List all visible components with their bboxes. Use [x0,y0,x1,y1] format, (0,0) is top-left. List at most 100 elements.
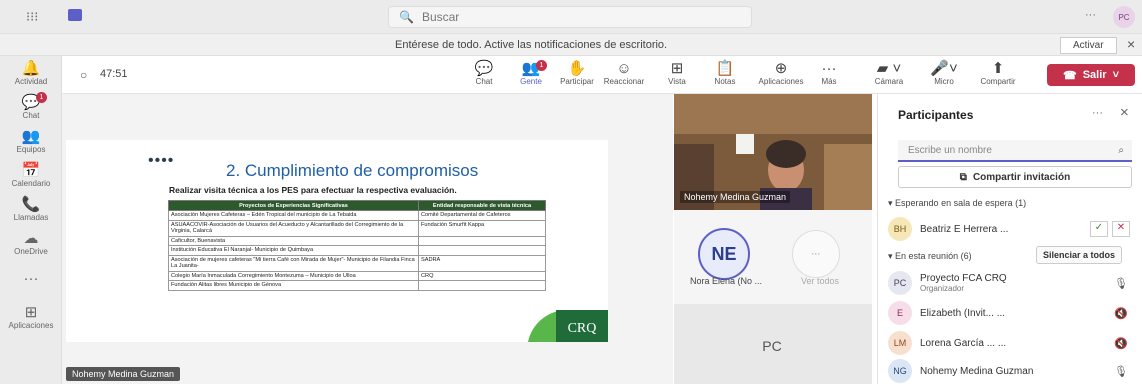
mic-muted-icon: 🔇 [1114,307,1128,320]
leave-button[interactable]: ☎ Salir ˅ [1047,64,1135,86]
tool-react[interactable]: ☺ Reaccionar [599,60,649,86]
in-meeting-header-label: En esta reunión (6) [895,251,972,261]
presenter-label: Nohemy Medina Guzman [66,367,181,381]
participant-initials: LM [888,331,912,355]
tool-raise-hand[interactable]: ✋ Participar [552,60,602,86]
see-all-button[interactable]: ··· [792,230,840,278]
table-cell: Asociación Mujeres Cafeteras – Edén Trop… [168,210,419,221]
tool-people[interactable]: 👥 Gente 1 [506,60,556,96]
admit-button[interactable]: ✓ [1090,221,1108,237]
chat-icon: 💬 [474,60,494,77]
waiting-header[interactable]: ▾ Esperando en sala de espera (1) [888,198,1026,209]
rail-item-activity[interactable]: 🔔 Actividad [0,60,62,86]
rail-item-chat[interactable]: 💬 Chat 1 [0,92,62,120]
tool-label: Reaccionar [603,77,645,86]
add-icon: ⊕ [774,60,788,77]
more-options-icon[interactable]: ··· [1092,107,1103,119]
people-icon: 👥 [521,60,541,77]
teams-logo-icon [68,9,82,21]
search-input[interactable]: 🔍 Buscar [388,6,752,28]
participant-row[interactable]: E Elizabeth (Invit... ... 🔇 [888,300,1138,326]
table-cell: Comité Departamental de Cafeteros [418,210,546,221]
participant-search-input[interactable]: Escribe un nombre ⌕ [898,140,1132,162]
apps-icon: ⊞ [24,304,38,321]
tool-notes[interactable]: 📋 Notas [700,60,750,86]
table-header: Entidad responsable de vista técnica [418,200,546,211]
table-cell: CRQ [418,270,546,281]
projects-table: Proyectos de Experiencias Significativas… [168,200,546,291]
more-apps-icon: ··· [23,270,39,287]
title-bar: ⁝⁝⁝ 🔍 Buscar ··· PC [0,0,1142,34]
share-invite-button[interactable]: ⧉ Compartir invitación [898,166,1132,188]
self-avatar: PC [752,326,792,366]
tool-label: Compartir [980,77,1016,86]
tool-view[interactable]: ⊞ Vista [652,60,702,86]
table-header: Proyectos de Experiencias Significativas [168,200,419,211]
participant-name: Lorena García ... ... [920,337,1007,349]
tool-more[interactable]: ··· Más [804,60,854,86]
rail-label: Equipos [16,145,46,154]
bell-icon: 🔔 [21,60,41,77]
rail-label: Chat [22,111,40,120]
share-button[interactable]: ⬆ Compartir [972,60,1024,86]
leave-label: Salir [1082,69,1107,81]
participant-row[interactable]: PC Proyecto FCA CRQ Organizador 🎙 [888,270,1138,296]
camera-off-icon: ▰ ˅ [876,60,902,77]
tool-label: Participar [560,77,594,86]
calendar-icon: 📅 [21,162,41,179]
unread-badge: 1 [36,92,47,103]
participant-row[interactable]: NG Nohemy Medina Guzman 🎙 [888,358,1138,384]
rail-label: Llamadas [13,213,49,222]
people-badge: 1 [536,60,547,71]
close-icon[interactable]: × [1120,104,1129,121]
table-row: Fundación Alitas libres Municipio de Gén… [168,280,546,291]
see-all-label[interactable]: Ver todos [801,276,839,286]
rail-item-onedrive[interactable]: ☁ OneDrive [0,230,62,256]
tool-label: Cámara [874,77,904,86]
app-rail: 🔔 Actividad 💬 Chat 1 👥 Equipos 📅 Calenda… [0,56,62,384]
rail-item-apps[interactable]: ⊞ Aplicaciones [0,304,62,330]
panel-title: Participantes [898,108,974,122]
rail-label: Aplicaciones [8,321,54,330]
rail-item-calls[interactable]: 📞 Llamadas [0,196,62,222]
shared-slide: •••• 2. Cumplimiento de compromisos Real… [66,140,608,342]
app-grid-icon[interactable]: ⁝⁝⁝ [26,9,38,25]
table-cell: Asociación de mujeres cafeteras "Mi tier… [168,254,419,272]
participant-avatar[interactable]: NE [698,228,750,280]
chevron-down-icon: ˅ [1112,69,1119,81]
cloud-icon: ☁ [23,230,39,247]
search-icon: 🔍 [399,10,414,24]
waiting-header-label: Esperando en sala de espera (1) [895,198,1027,208]
deny-button[interactable]: ✕ [1112,221,1130,237]
tool-label: Micro [934,77,954,86]
mic-icon: 🎤˅ [930,60,958,77]
rail-item-teams[interactable]: 👥 Equipos [0,128,62,154]
crq-logo: CRQ [528,300,608,342]
mic-toggle[interactable]: 🎤˅ Micro [922,60,966,86]
activate-button[interactable]: Activar [1060,37,1117,54]
notification-text: Entérese de todo. Active las notificacio… [395,39,668,51]
in-meeting-header[interactable]: ▾ En esta reunión (6) [888,251,972,262]
camera-toggle[interactable]: ▰ ˅ Cámara [867,60,911,86]
tool-apps[interactable]: ⊕ Aplicaciones [750,60,812,86]
notification-banner: Entérese de todo. Active las notificacio… [0,34,1142,56]
slide-title: 2. Cumplimiento de compromisos [226,161,479,180]
emoji-icon: ☺ [616,60,632,77]
mic-icon: 🎙 [1114,277,1128,290]
search-placeholder: Escribe un nombre [908,144,992,156]
participant-row[interactable]: LM Lorena García ... ... 🔇 [888,330,1138,356]
mute-all-button[interactable]: Silenciar a todos [1036,246,1123,264]
more-icon: ··· [821,60,837,77]
rail-item-calendar[interactable]: 📅 Calendario [0,162,62,188]
table-cell: Fundación Smurfit Kappa [418,219,546,237]
rail-item-more[interactable]: ··· [0,270,62,287]
avatar[interactable]: PC [1113,6,1135,28]
mic-icon: 🎙 [1114,365,1128,378]
more-options-icon[interactable]: ··· [1085,9,1096,21]
video-name-label: Nohemy Medina Guzman [680,191,791,203]
tool-chat[interactable]: 💬 Chat [459,60,509,86]
tool-label: Más [821,77,837,86]
waiting-row: BH Beatriz E Herrera ... ✓ ✕ [888,216,1138,242]
close-icon[interactable]: × [1127,36,1135,52]
share-invite-label: Compartir invitación [972,171,1071,183]
